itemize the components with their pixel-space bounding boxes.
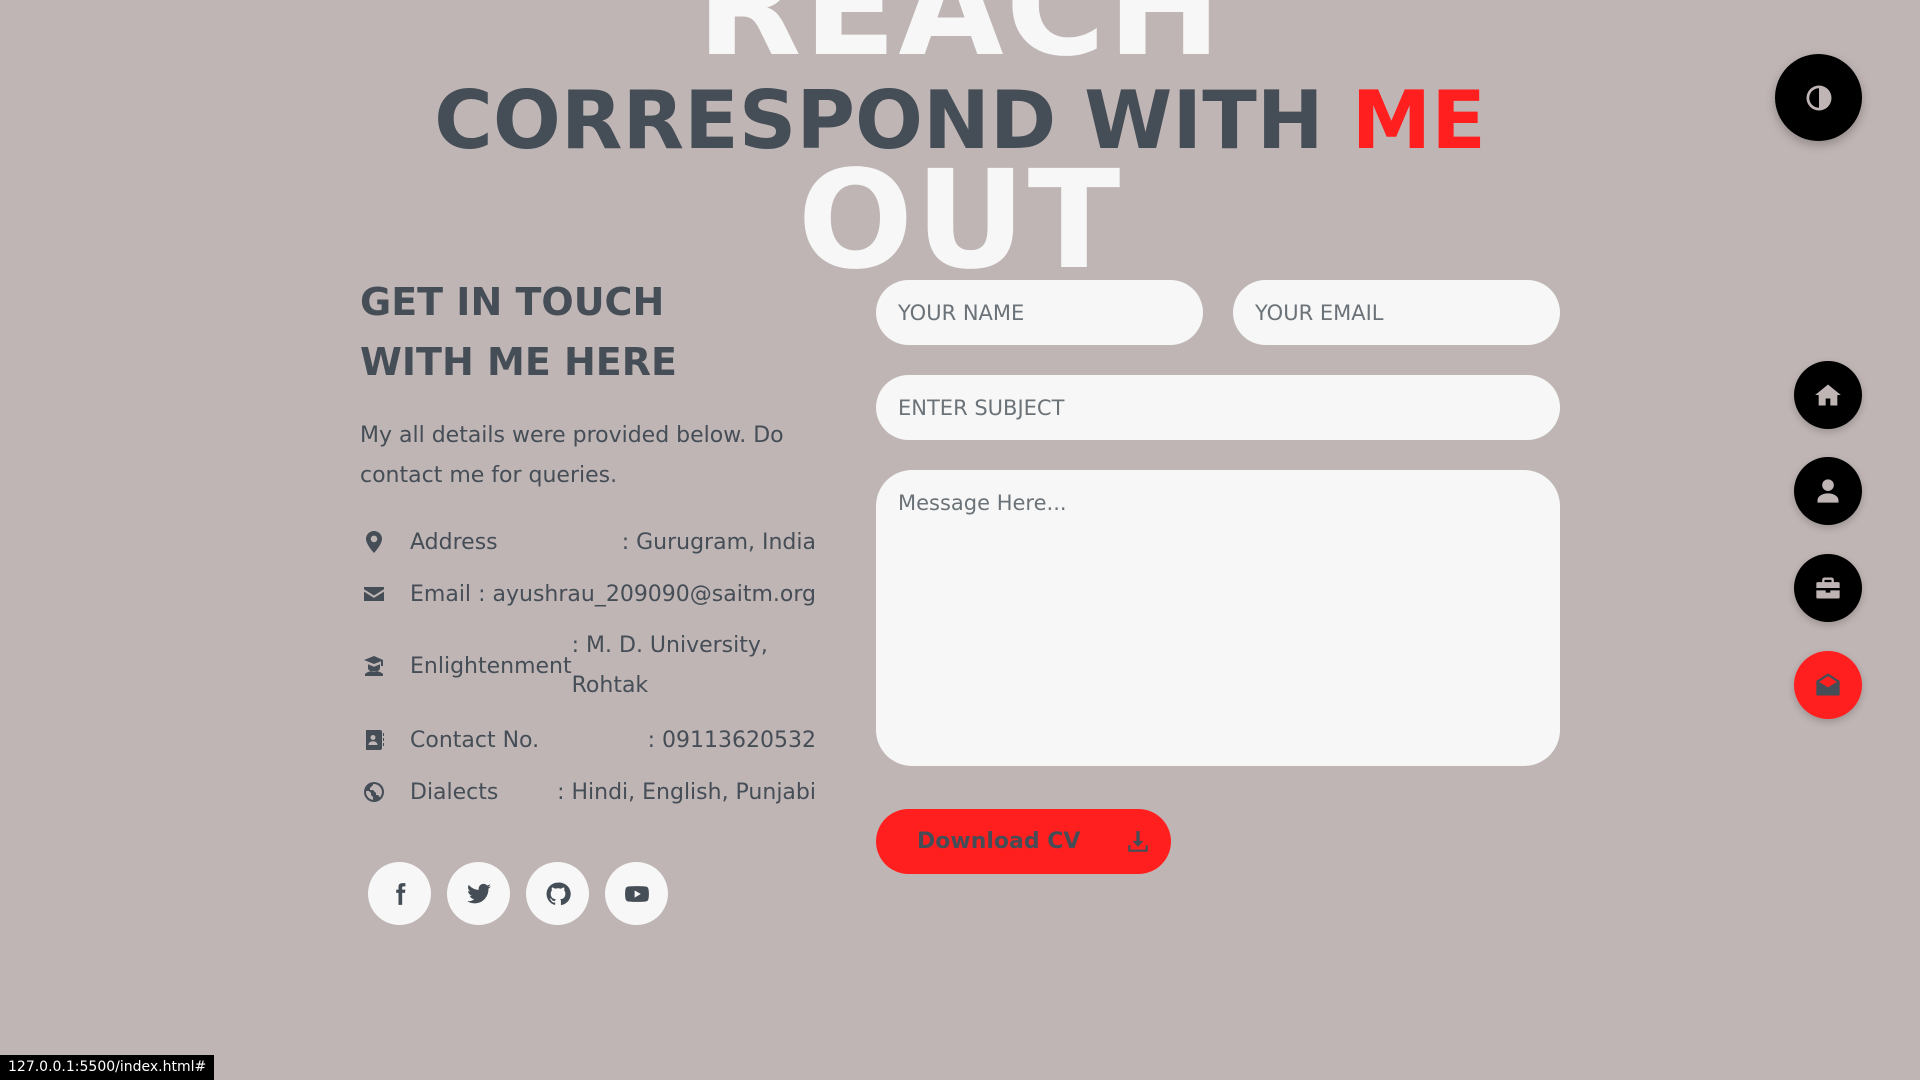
download-icon [1128, 830, 1148, 852]
nav-home-button[interactable] [1794, 361, 1862, 429]
home-icon [1815, 384, 1841, 406]
info-languages: Dialects : Hindi, English, Punjabi [360, 772, 816, 812]
nav-contact-button[interactable] [1794, 651, 1862, 719]
info-value: : Hindi, English, Punjabi [557, 779, 816, 805]
info-value: : ayushrau_209090@saitm.org [478, 581, 816, 607]
status-bar-url: 127.0.0.1:5500/index.html# [0, 1055, 215, 1080]
subject-input[interactable] [876, 375, 1560, 440]
address-book-icon [360, 726, 388, 754]
info-label: Address [410, 529, 498, 555]
email-input[interactable] [1233, 280, 1560, 345]
info-phone: Contact No. : 09113620532 [360, 720, 816, 760]
download-cv-label: Download CV [917, 829, 1081, 854]
info-value: : M. D. University, Rohtak [571, 633, 768, 698]
section-title-main: CORRESPOND WITH [434, 74, 1324, 167]
section-title-accent: ME [1351, 74, 1486, 167]
briefcase-icon [1816, 577, 1840, 599]
envelope-icon [360, 580, 388, 608]
info-label: Enlightenment [410, 653, 572, 679]
nav-about-button[interactable] [1794, 457, 1862, 525]
location-pin-icon [360, 528, 388, 556]
download-cv-button[interactable]: Download CV [876, 809, 1171, 874]
contact-info: GET IN TOUCH WITH ME HERE My all details… [360, 272, 816, 925]
info-label: Contact No. [410, 727, 540, 753]
twitter-icon [466, 883, 491, 903]
info-value: : 09113620532 [647, 727, 816, 753]
section-title: CORRESPOND WITH ME [0, 76, 1920, 166]
contact-description: My all details were provided below. Do c… [360, 423, 784, 488]
facebook-link[interactable] [368, 862, 431, 925]
envelope-open-icon [1816, 673, 1840, 696]
globe-icon [360, 778, 388, 806]
info-education: Enlightenment : M. D. University, Rohtak [360, 626, 816, 706]
user-icon [1817, 479, 1839, 503]
info-address: Address : Gurugram, India [360, 522, 816, 562]
nav-portfolio-button[interactable] [1794, 554, 1862, 622]
youtube-icon [624, 885, 649, 902]
info-value: : Gurugram, India [621, 529, 816, 555]
info-label: Dialects [410, 779, 499, 805]
contact-section: REACH CORRESPOND WITH ME OUT GET IN TOUC… [0, 0, 1920, 1080]
info-label: Email [410, 581, 472, 607]
facebook-icon [395, 882, 405, 905]
twitter-link[interactable] [447, 862, 510, 925]
info-email: Email : ayushrau_209090@saitm.org [360, 574, 816, 614]
message-textarea[interactable] [876, 470, 1560, 766]
contact-form: Download CV [876, 280, 1560, 874]
graduate-icon [360, 652, 388, 680]
youtube-link[interactable] [605, 862, 668, 925]
bg-word-out: OUT [797, 142, 1123, 300]
github-link[interactable] [526, 862, 589, 925]
social-links [368, 862, 816, 925]
contact-details: Address : Gurugram, India Email : ayushr… [360, 522, 816, 812]
bg-word-reach: REACH [696, 0, 1224, 87]
get-in-touch-title: GET IN TOUCH WITH ME HERE [360, 280, 677, 384]
github-icon [546, 882, 571, 905]
